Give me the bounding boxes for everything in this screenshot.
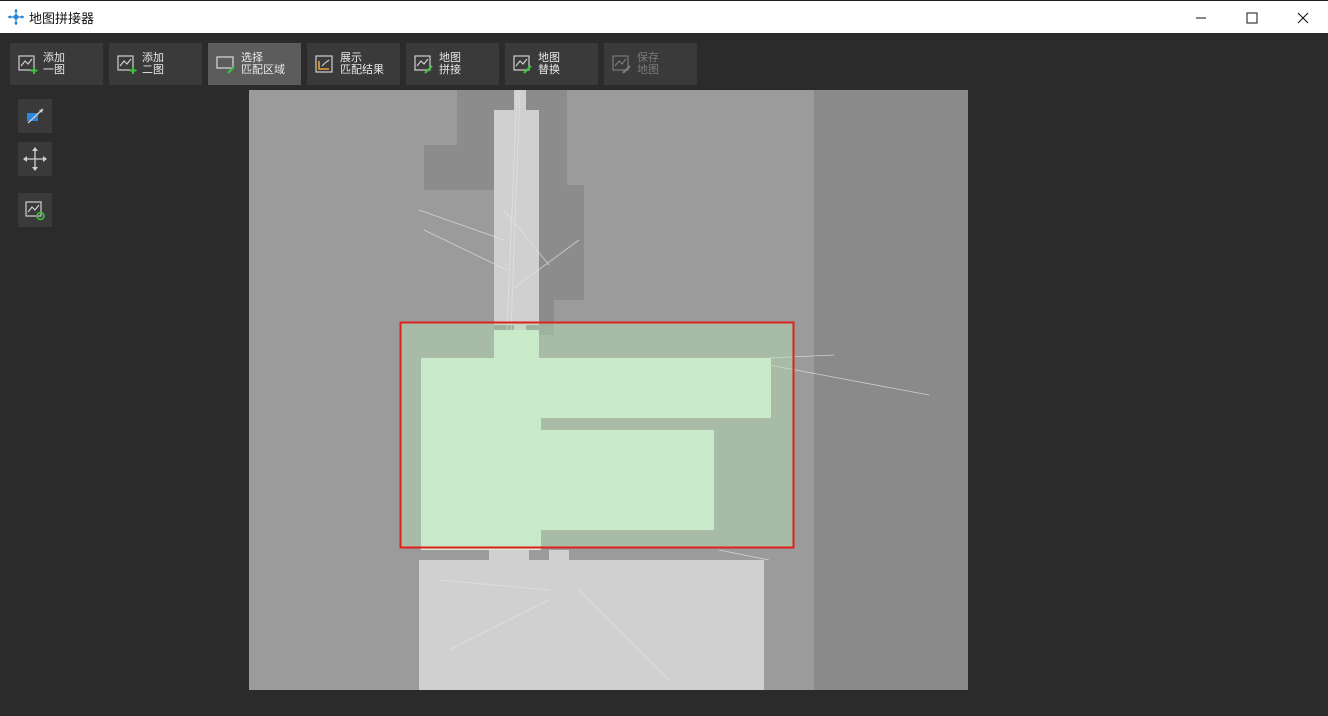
- add-map-one-label-2: 一图: [43, 63, 65, 76]
- add-map-icon: [18, 55, 38, 74]
- second-map-layer: [814, 90, 968, 690]
- minimize-button[interactable]: [1175, 1, 1226, 34]
- add-map-two-label-2: 二图: [142, 63, 164, 76]
- measure-line-icon: [27, 108, 44, 124]
- app-logo-icon: [6, 7, 26, 27]
- measure-tool-button[interactable]: [18, 99, 52, 133]
- select-match-region-label-2: 匹配区域: [241, 63, 285, 76]
- add-map-two-button[interactable]: 添加 二图: [109, 43, 202, 85]
- move-pan-icon: [23, 147, 47, 171]
- title-bar: 地图拼接器: [0, 0, 1328, 33]
- replace-map-button[interactable]: 地图 替换: [505, 43, 598, 85]
- save-map-icon: [612, 55, 631, 74]
- select-match-region-button[interactable]: 选择 匹配区域: [208, 43, 301, 85]
- close-icon: [1297, 12, 1308, 23]
- stitch-map-label-2: 拼接: [439, 63, 461, 76]
- maximize-button[interactable]: [1226, 1, 1277, 34]
- replace-map-icon: [513, 55, 532, 74]
- show-match-result-label-2: 匹配结果: [340, 63, 384, 76]
- show-result-icon: [315, 55, 333, 73]
- map-canvas[interactable]: [249, 90, 968, 690]
- close-button[interactable]: [1277, 1, 1328, 34]
- refresh-map-button[interactable]: [18, 193, 52, 227]
- show-match-result-button[interactable]: 展示 匹配结果: [307, 43, 400, 85]
- match-region-selection[interactable]: [399, 321, 795, 549]
- window-title: 地图拼接器: [29, 11, 95, 27]
- stitch-map-button[interactable]: 地图 拼接: [406, 43, 499, 85]
- pan-tool-button[interactable]: [18, 142, 52, 176]
- select-region-icon: [216, 56, 235, 74]
- maximize-icon: [1246, 12, 1257, 23]
- add-map-icon: [117, 55, 137, 74]
- refresh-map-icon: [25, 201, 45, 221]
- add-map-one-button[interactable]: 添加 一图: [10, 43, 103, 85]
- stitch-map-icon: [414, 55, 433, 74]
- minimize-icon: [1195, 17, 1206, 18]
- replace-map-label-2: 替换: [538, 63, 560, 76]
- save-map-button[interactable]: 保存 地图: [604, 43, 697, 85]
- save-map-label-2: 地图: [637, 63, 659, 76]
- main-toolbar: 添加 一图 添加 二图 选择 匹配区域 展示 匹配结果 地图 拼接 地图 替换 …: [10, 43, 697, 85]
